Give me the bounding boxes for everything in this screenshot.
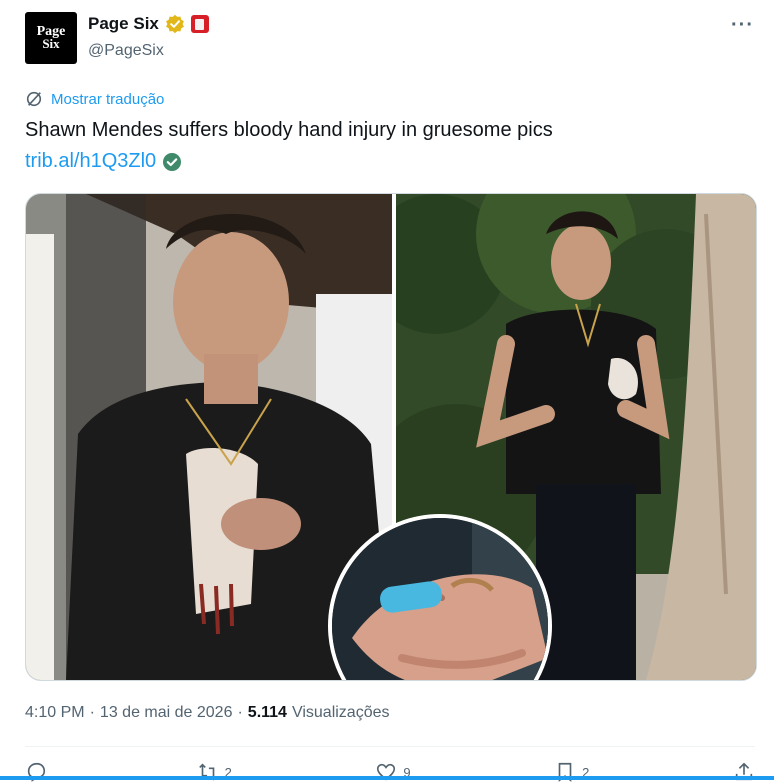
- tweet-link-row: trib.al/h1Q3Zl0: [25, 150, 182, 173]
- author-handle[interactable]: @PageSix: [88, 42, 164, 60]
- views-count: 5.114: [247, 704, 287, 721]
- tweet-meta: 4:10 PM · 13 de mai de 2026 · 5.114 Visu…: [25, 704, 390, 722]
- views-label: Visualizações: [291, 704, 390, 721]
- divider: [25, 746, 755, 747]
- tweet-time[interactable]: 4:10 PM: [25, 704, 85, 722]
- tweet-media[interactable]: [25, 193, 757, 681]
- bottom-accent-bar: [0, 776, 774, 780]
- verified-check-icon: [163, 152, 182, 171]
- meta-separator: ·: [89, 704, 95, 721]
- author-name-row: Page Six: [88, 14, 209, 34]
- avatar-text-six: Six: [42, 36, 60, 51]
- verified-badge-icon[interactable]: [165, 14, 185, 34]
- tweet-date[interactable]: 13 de mai de 2026: [100, 704, 233, 722]
- affiliate-badge-icon[interactable]: [190, 15, 209, 33]
- translate-button[interactable]: Mostrar tradução: [25, 90, 164, 108]
- tweet-text: Shawn Mendes suffers bloody hand injury …: [25, 119, 553, 141]
- avatar[interactable]: Page Six: [25, 12, 77, 64]
- translate-label: Mostrar tradução: [51, 90, 165, 108]
- tweet-link[interactable]: trib.al/h1Q3Zl0: [25, 150, 156, 173]
- tweet: Page Six Page Six @PageSix ··· Mostrar t…: [0, 0, 774, 782]
- display-name[interactable]: Page Six: [88, 14, 159, 34]
- meta-separator: ·: [237, 704, 243, 721]
- more-icon[interactable]: ···: [731, 14, 754, 37]
- translate-icon: [26, 91, 42, 107]
